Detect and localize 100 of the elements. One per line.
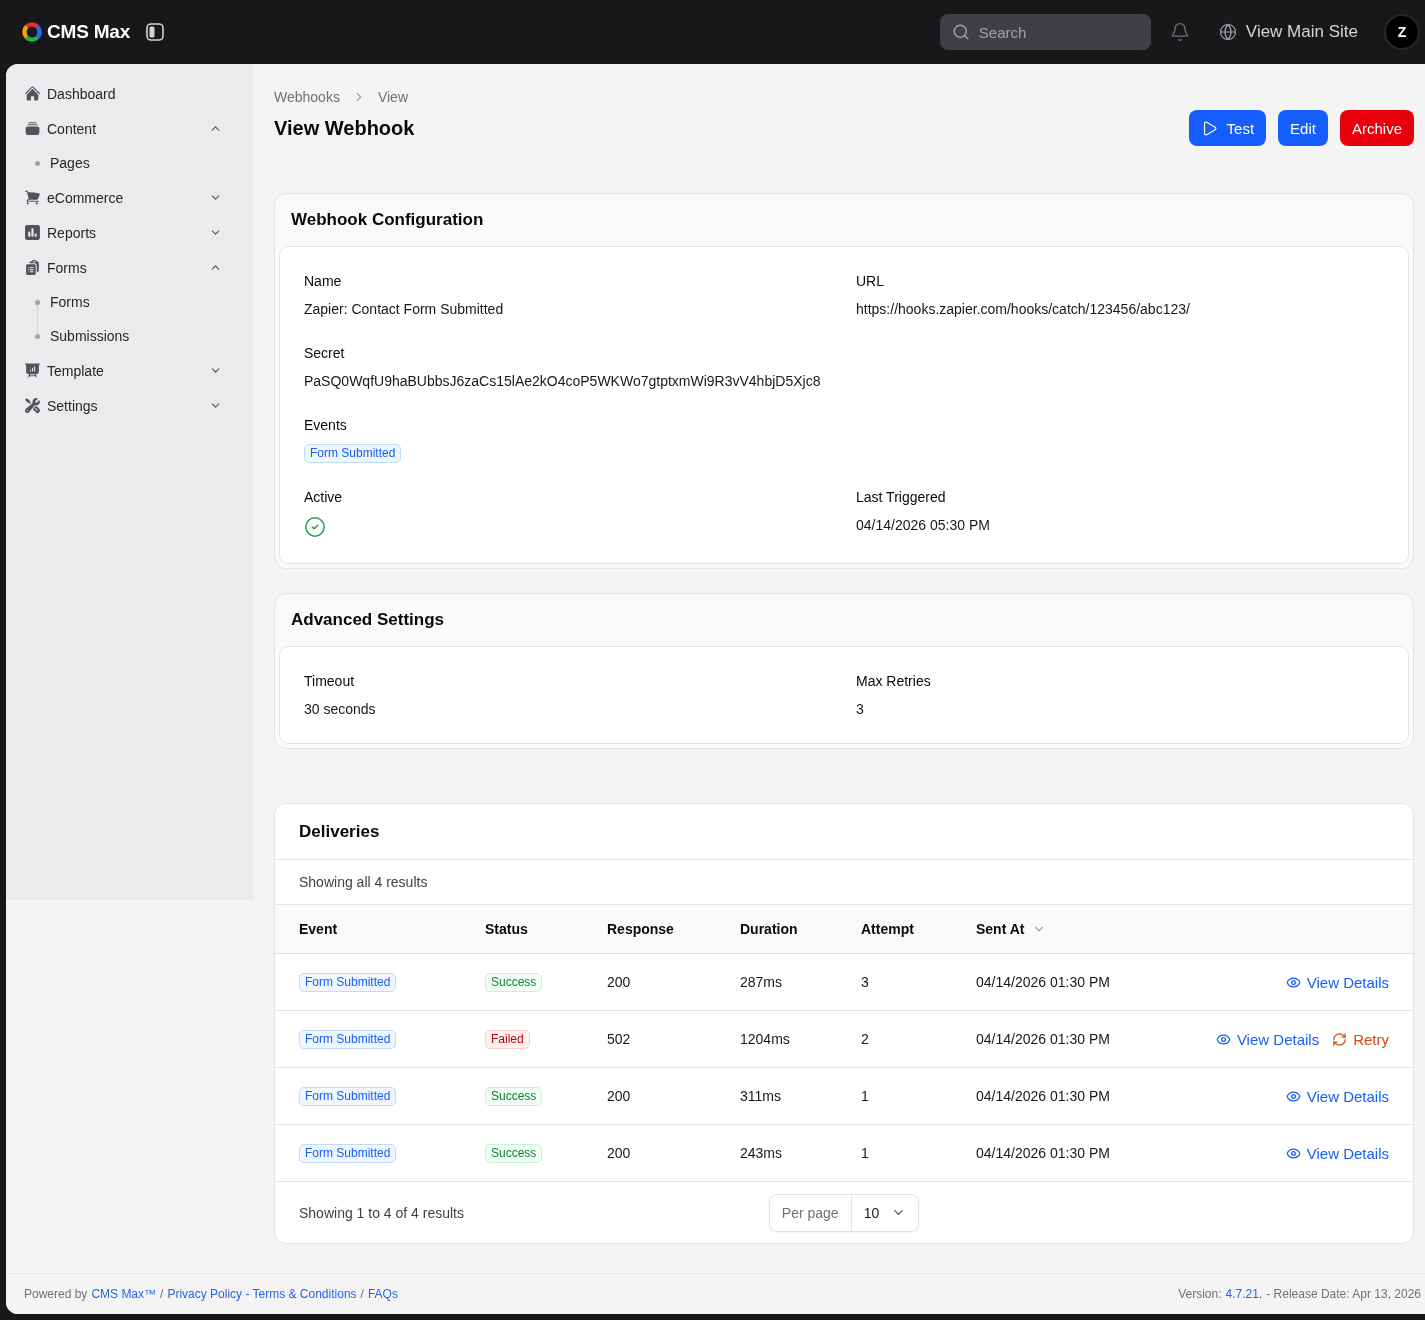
section-title: Advanced Settings <box>290 609 446 631</box>
sidebar-item[interactable]: Forms <box>12 250 248 285</box>
sidebar-item[interactable]: Template <box>12 353 248 388</box>
footer-text: - Release Date: Apr 13, 2026 <box>1266 1287 1421 1301</box>
field-value: PaSQ0WqfU9haBUbbsJ6zaCs15lAe2kO4coP5WKWo7gtptxmWi9R3vV4hbjD5Xjc8 <box>304 372 822 391</box>
table-cell-text: 04/14/2026 01:30 PM <box>976 1031 1111 1047</box>
table-cell-text: 502 <box>607 1031 632 1047</box>
footer-text: / <box>160 1287 164 1301</box>
field-label: Last Triggered <box>856 488 947 507</box>
view-details-link[interactable]: View Details <box>1285 1144 1389 1162</box>
table-cell-text: 311ms <box>740 1088 782 1104</box>
table-cell-text: 04/14/2026 01:30 PM <box>976 1145 1111 1161</box>
eye-icon <box>1215 1031 1231 1047</box>
pagination-summary: Showing 1 to 4 of 4 results <box>299 1204 464 1221</box>
field-label: Events <box>304 416 348 435</box>
breadcrumb-link[interactable]: Webhooks <box>274 89 340 105</box>
test-button[interactable]: Test <box>1188 110 1267 146</box>
sidebar-toggle-icon[interactable] <box>146 23 165 41</box>
page-title: View Webhook <box>274 116 415 141</box>
table-cell-text: 200 <box>607 1145 632 1161</box>
sidebar-subitem[interactable]: Submissions <box>50 328 130 344</box>
results-summary: Showing all 4 results <box>299 874 428 890</box>
field-label: Max Retries <box>856 672 932 691</box>
per-page-label: Per page <box>769 1194 852 1231</box>
dot-icon <box>34 333 40 339</box>
field-label: Active <box>304 488 344 507</box>
sidebar-item[interactable]: Settings <box>12 388 248 423</box>
column-header: Attempt <box>861 921 914 937</box>
column-header: Status <box>485 921 528 937</box>
archive-button[interactable]: Archive <box>1339 110 1414 146</box>
footer-link[interactable]: Privacy Policy - Terms & Conditions <box>167 1287 357 1301</box>
field-value: 04/14/2026 05:30 PM <box>856 516 991 535</box>
column-header: Event <box>299 921 338 937</box>
section-title: Webhook Configuration <box>290 209 485 231</box>
document-stack-icon <box>24 120 41 137</box>
wrench-screwdriver-icon <box>24 397 41 414</box>
table-cell-text: 243ms <box>740 1145 784 1161</box>
globe-icon <box>1218 23 1237 41</box>
field-value: 30 seconds <box>304 700 377 719</box>
sidebar-item[interactable]: Content <box>12 111 248 146</box>
footer-link[interactable]: CMS Max™ <box>91 1287 157 1301</box>
sidebar-item[interactable]: Dashboard <box>12 76 248 111</box>
eye-icon <box>1285 1145 1301 1161</box>
column-header: Response <box>607 921 674 937</box>
event-tag: Form Submitted <box>299 1029 397 1049</box>
footer-link[interactable]: FAQs <box>367 1287 398 1301</box>
dot-icon <box>34 299 40 305</box>
eye-icon <box>1285 974 1301 990</box>
view-main-site-link[interactable]: View Main Site <box>1218 22 1358 42</box>
view-details-link[interactable]: View Details <box>1285 1087 1389 1105</box>
event-tag: Form Submitted <box>299 972 397 992</box>
cart-icon <box>24 189 41 206</box>
field-value: https://hooks.zapier.com/hooks/catch/123456/abc123/ <box>856 300 1191 319</box>
column-header[interactable]: Sent At <box>976 921 1025 937</box>
view-details-link[interactable]: View Details <box>1285 973 1389 991</box>
view-details-link[interactable]: View Details <box>1215 1030 1320 1048</box>
field-label: URL <box>856 272 885 291</box>
table-cell-text: 3 <box>861 974 870 990</box>
notification-bell-icon[interactable] <box>1169 22 1190 42</box>
retry-link[interactable]: Retry <box>1332 1030 1389 1048</box>
logo-ring-icon <box>22 22 42 42</box>
brand-name: CMS Max <box>47 21 131 43</box>
status-tag: Success <box>485 1086 543 1106</box>
status-tag: Failed <box>485 1029 530 1049</box>
search-field[interactable]: Search <box>939 14 1151 50</box>
presentation-board-icon <box>24 362 41 379</box>
table-cell-text: 04/14/2026 01:30 PM <box>976 1088 1111 1104</box>
field-value: 3 <box>856 700 865 719</box>
card-title: Deliveries <box>275 804 1413 860</box>
breadcrumb-link[interactable]: View <box>377 89 408 105</box>
sidebar-item[interactable]: eCommerce <box>12 180 248 215</box>
footer-text: / <box>360 1287 364 1301</box>
field-label: Name <box>304 272 343 291</box>
status-tag: Success <box>485 972 543 992</box>
table-cell-text: 1 <box>861 1088 870 1104</box>
sidebar-item[interactable]: Reports <box>12 215 248 250</box>
edit-button[interactable]: Edit <box>1278 110 1328 146</box>
footer-text: Powered by <box>24 1287 88 1301</box>
table-cell-text: 1204ms <box>740 1031 791 1047</box>
table-cell-text: 1 <box>861 1145 870 1161</box>
footer-link[interactable]: 4.7.21. <box>1225 1287 1263 1301</box>
field-value: Zapier: Contact Form Submitted <box>304 300 505 319</box>
footer-text: Version: <box>1178 1287 1222 1301</box>
table-cell-text: 04/14/2026 01:30 PM <box>976 974 1111 990</box>
sidebar-subitem[interactable]: Forms <box>50 294 90 310</box>
dot-icon <box>34 160 40 166</box>
refresh-icon <box>1332 1031 1348 1047</box>
field-label: Secret <box>304 344 346 363</box>
bar-chart-icon <box>24 224 41 241</box>
search-icon <box>951 23 970 41</box>
user-avatar[interactable]: Z <box>1384 14 1420 50</box>
sidebar-subitem[interactable]: Pages <box>50 155 90 171</box>
column-header: Duration <box>740 921 798 937</box>
event-tag: Form Submitted <box>299 1086 397 1106</box>
home-icon <box>24 85 41 102</box>
event-tag: Form Submitted <box>299 1143 397 1163</box>
field-label: Timeout <box>304 672 356 691</box>
clipboard-icon <box>24 259 41 276</box>
per-page-select[interactable]: 10 <box>851 1194 919 1231</box>
table-cell-text: 2 <box>861 1031 870 1047</box>
